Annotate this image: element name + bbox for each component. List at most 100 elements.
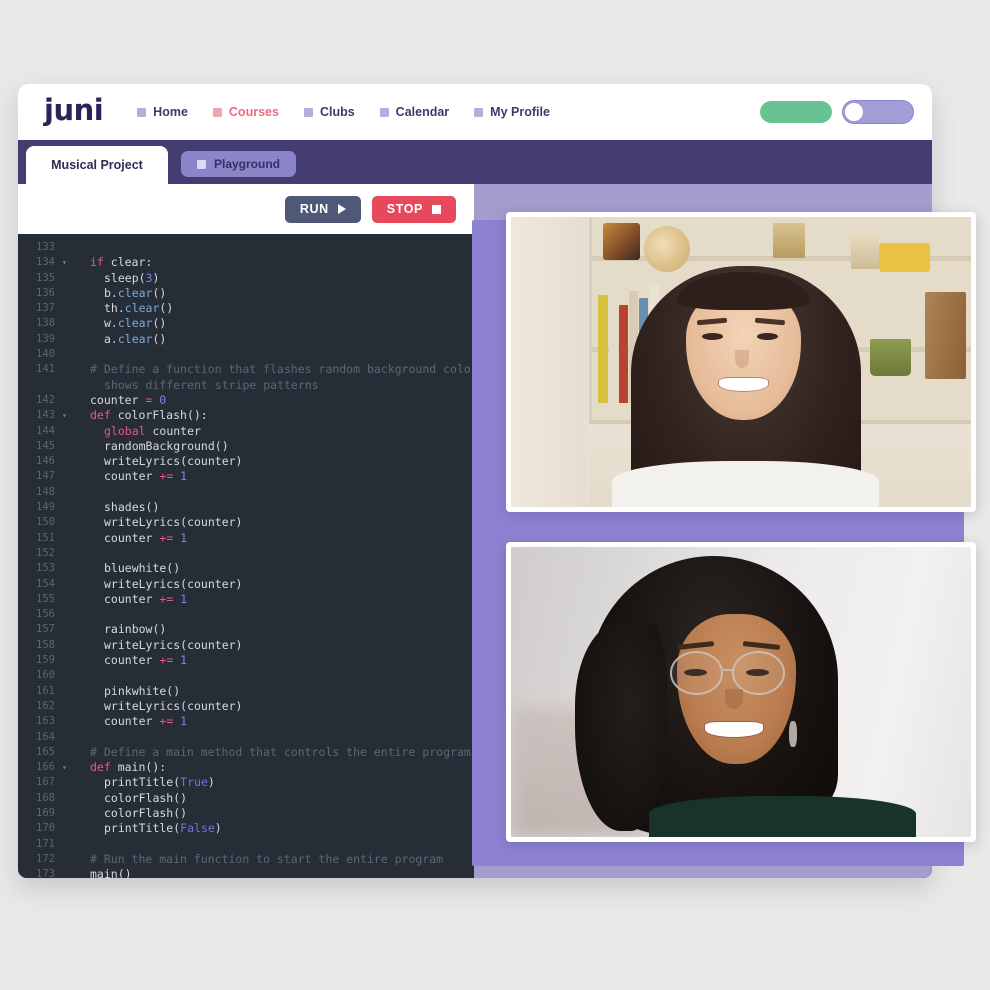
nav-item-calendar[interactable]: Calendar xyxy=(379,105,450,119)
line-number: 141 xyxy=(36,363,55,376)
line-number: 165 xyxy=(36,745,55,758)
mode-toggle-switch[interactable] xyxy=(842,100,914,124)
line-number: 150 xyxy=(36,516,55,529)
line-number: 154 xyxy=(36,577,55,590)
fold-arrow-icon[interactable]: ▾ xyxy=(62,760,70,775)
line-number: 144 xyxy=(36,424,55,437)
line-number: 134 xyxy=(36,256,55,269)
code-text: b.clear() xyxy=(104,285,167,300)
video-tile-participant-1[interactable] xyxy=(506,212,976,512)
code-text: printTitle(False) xyxy=(104,821,222,836)
tab-label: Playground xyxy=(214,157,281,171)
fold-arrow-icon[interactable]: ▾ xyxy=(62,255,70,270)
nav-item-courses[interactable]: Courses xyxy=(212,105,279,119)
run-button[interactable]: RUN xyxy=(284,195,361,223)
earring xyxy=(789,721,797,748)
nav-item-home[interactable]: Home xyxy=(137,105,188,119)
juni-logo[interactable]: juni xyxy=(44,96,104,128)
project-tab-bar: Musical Project Playground xyxy=(18,140,932,184)
code-text: w.clear() xyxy=(104,316,167,331)
code-text: writeLyrics(counter) xyxy=(104,637,243,652)
square-icon xyxy=(474,107,484,117)
code-text: # Define a function that flashes random … xyxy=(90,362,513,377)
line-number: 138 xyxy=(36,317,55,330)
code-text: a.clear() xyxy=(104,331,167,346)
line-number: 158 xyxy=(36,638,55,651)
nav-item-my-profile[interactable]: My Profile xyxy=(474,105,550,119)
code-text: def colorFlash(): xyxy=(90,408,208,423)
line-number: 168 xyxy=(36,791,55,804)
line-number: 139 xyxy=(36,332,55,345)
code-text: pinkwhite() xyxy=(104,683,181,698)
video-call-panel xyxy=(472,212,976,866)
code-text: colorFlash() xyxy=(104,805,188,820)
line-number: 161 xyxy=(36,684,55,697)
nav-item-label: Courses xyxy=(228,105,279,119)
code-text: printTitle(True) xyxy=(104,775,215,790)
shelf-object xyxy=(603,222,640,261)
line-number: 140 xyxy=(36,348,55,361)
lamp xyxy=(773,222,806,258)
line-number: 157 xyxy=(36,623,55,636)
tab-musical-project[interactable]: Musical Project xyxy=(26,146,168,184)
white-top xyxy=(612,460,879,507)
participant-2-photo xyxy=(511,547,971,837)
code-text: counter = 0 xyxy=(90,392,167,407)
fold-arrow-icon[interactable]: ▾ xyxy=(62,408,70,423)
square-icon xyxy=(303,107,313,117)
top-navigation-bar: juni Home Courses Clubs Calendar My Prof… xyxy=(18,84,932,140)
square-icon xyxy=(379,107,389,117)
nav-right-controls xyxy=(760,100,914,124)
stop-button[interactable]: STOP xyxy=(371,195,456,223)
line-number: 152 xyxy=(36,546,55,559)
line-number: 162 xyxy=(36,699,55,712)
code-text: def main(): xyxy=(90,760,167,775)
toggle-knob[interactable] xyxy=(845,103,863,121)
code-text: sleep(3) xyxy=(104,270,160,285)
video-tile-participant-2[interactable] xyxy=(506,542,976,842)
nav-item-label: Calendar xyxy=(395,105,450,119)
code-text: counter += 1 xyxy=(104,469,188,484)
code-text: colorFlash() xyxy=(104,790,188,805)
line-number: 159 xyxy=(36,654,55,667)
line-number: 173 xyxy=(36,868,55,878)
nav-item-clubs[interactable]: Clubs xyxy=(303,105,355,119)
line-number: 136 xyxy=(36,286,55,299)
line-number: 151 xyxy=(36,531,55,544)
participant-1-photo xyxy=(511,217,971,507)
line-number: 145 xyxy=(36,439,55,452)
line-number: 135 xyxy=(36,271,55,284)
editor-toolbar: RUN STOP xyxy=(18,184,474,234)
play-triangle-icon xyxy=(337,204,346,214)
line-number: 170 xyxy=(36,822,55,835)
line-number: 166 xyxy=(36,761,55,774)
line-number: 155 xyxy=(36,592,55,605)
code-text: rainbow() xyxy=(104,622,167,637)
green-cup xyxy=(869,338,912,377)
code-text: counter += 1 xyxy=(104,591,188,606)
line-number: 171 xyxy=(36,837,55,850)
status-pill[interactable] xyxy=(760,101,832,123)
run-label: RUN xyxy=(299,202,329,216)
line-number: 156 xyxy=(36,608,55,621)
code-text: counter += 1 xyxy=(104,714,188,729)
code-text: writeLyrics(counter) xyxy=(104,576,243,591)
square-icon xyxy=(197,159,206,169)
eye-left xyxy=(701,333,724,340)
tab-playground[interactable]: Playground xyxy=(181,151,297,177)
nav-item-label: Home xyxy=(153,105,188,119)
tab-label: Musical Project xyxy=(51,158,143,172)
line-number: 148 xyxy=(36,485,55,498)
code-text: counter += 1 xyxy=(104,653,188,668)
line-number: 137 xyxy=(36,302,55,315)
line-number: 167 xyxy=(36,776,55,789)
code-text: if clear: xyxy=(90,255,153,270)
line-number: 169 xyxy=(36,806,55,819)
code-text: randomBackground() xyxy=(104,438,229,453)
stop-label: STOP xyxy=(386,202,423,216)
code-text: writeLyrics(counter) xyxy=(104,515,243,530)
green-top xyxy=(649,796,916,837)
code-text: writeLyrics(counter) xyxy=(104,454,243,469)
line-number: 142 xyxy=(36,393,55,406)
line-number: 160 xyxy=(36,669,55,682)
